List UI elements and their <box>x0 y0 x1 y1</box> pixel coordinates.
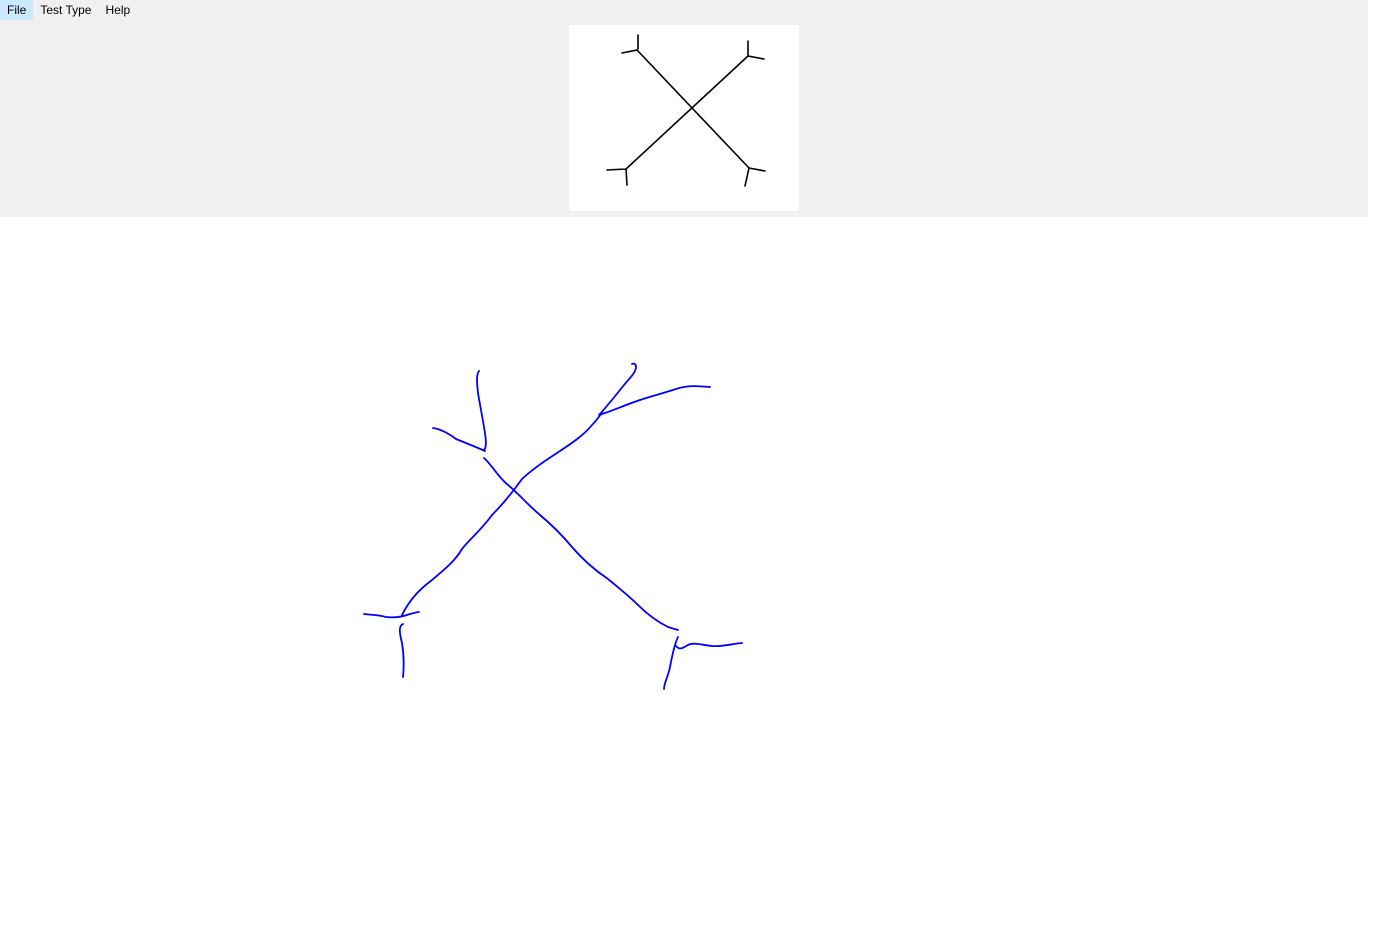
menu-test-type[interactable]: Test Type <box>33 0 98 20</box>
drawn-stroke-fork-bottom-right-right <box>675 642 743 650</box>
drawn-stroke-fork-top-right-up <box>599 362 637 415</box>
drawn-stroke-fork-top-right-right <box>598 385 711 416</box>
menu-bar: File Test Type Help <box>0 0 137 20</box>
reference-image-panel <box>569 25 799 211</box>
app-window: File Test Type Help <box>0 0 1381 925</box>
reference-stroke-fork-bottom-right <box>744 167 766 187</box>
reference-stroke-diagonal-2 <box>625 55 749 170</box>
top-panel: File Test Type Help <box>0 0 1368 217</box>
menu-help[interactable]: Help <box>98 0 137 20</box>
drawing-canvas[interactable] <box>0 217 1381 925</box>
menu-file[interactable]: File <box>0 0 34 20</box>
reference-stroke-diagonal-1 <box>636 49 750 169</box>
drawing-canvas-svg[interactable] <box>0 217 1381 925</box>
drawn-stroke-fork-bottom-right-down <box>663 636 679 690</box>
reference-figure <box>606 34 766 187</box>
drawn-stroke-fork-bottom-left-down <box>398 623 405 678</box>
drawn-stroke-diagonal-1 <box>401 412 603 616</box>
drawn-stroke-fork-top-left-left <box>432 427 486 452</box>
drawn-stroke-diagonal-2 <box>483 457 679 631</box>
reference-stroke-fork-bottom-left <box>606 168 628 186</box>
reference-stroke-fork-top-right <box>747 40 765 60</box>
reference-stroke-fork-top-left <box>621 34 639 54</box>
drawn-stroke-fork-top-left-down <box>476 370 487 451</box>
drawn-stroke-fork-bottom-left-horizontal <box>363 611 420 619</box>
